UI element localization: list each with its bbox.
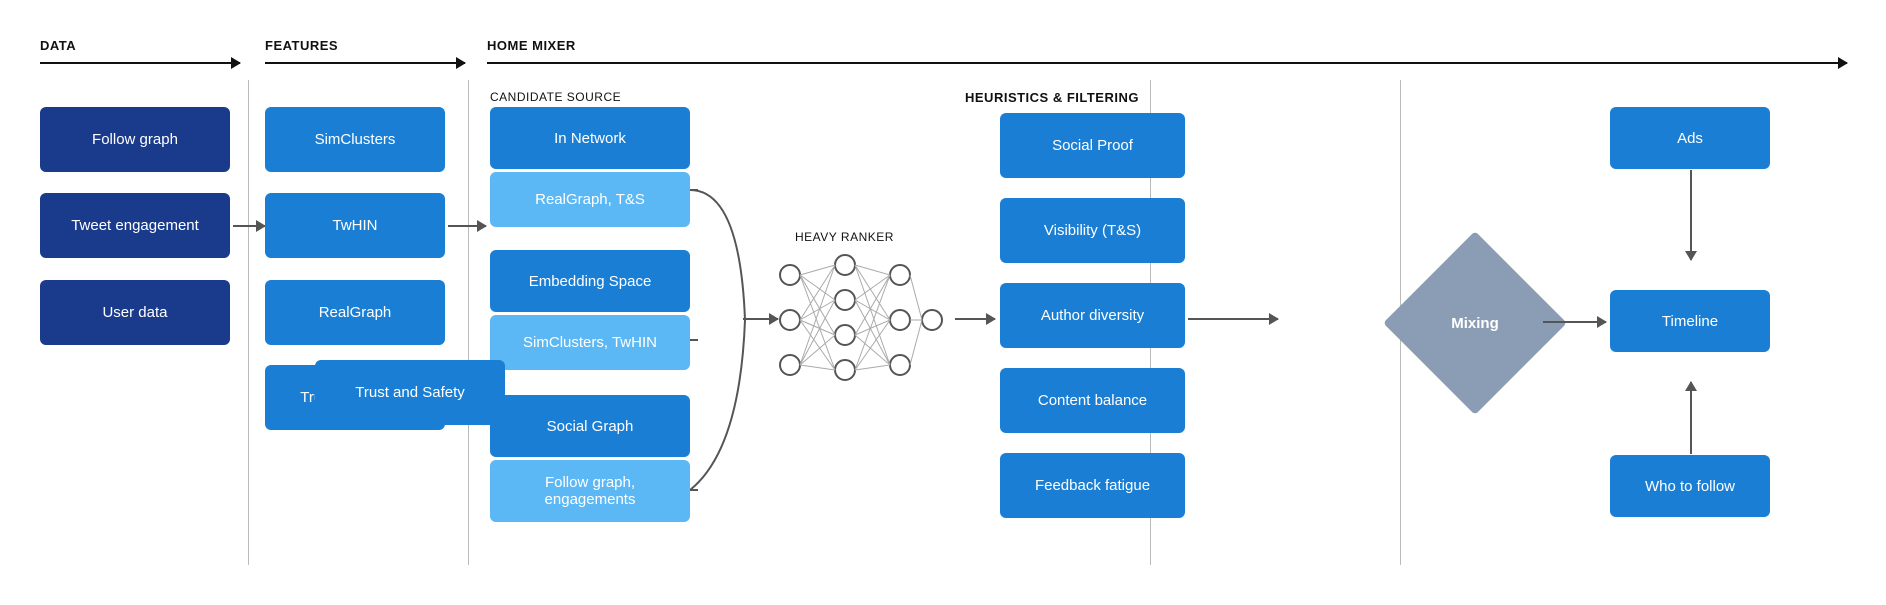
data-to-features-arrow bbox=[233, 225, 265, 227]
ads-down-arrow bbox=[1690, 170, 1692, 260]
follow-graph-box: Follow graph bbox=[40, 107, 230, 172]
data-arrow bbox=[40, 62, 240, 64]
features-to-candidate-arrow bbox=[448, 225, 486, 227]
divider-1 bbox=[248, 80, 249, 565]
visibility-ts-box: Visibility (T&S) bbox=[1000, 198, 1185, 263]
social-graph-box: Social Graph bbox=[490, 395, 690, 457]
feedback-fatigue-box: Feedback fatigue bbox=[1000, 453, 1185, 518]
heuristics-section-label: HEURISTICS & FILTERING bbox=[965, 90, 1139, 105]
heavy-ranker-label: HEAVY RANKER bbox=[795, 230, 894, 244]
mixing-diamond-container: Mixing bbox=[1410, 258, 1540, 388]
social-proof-box: Social Proof bbox=[1000, 113, 1185, 178]
bracket-svg bbox=[690, 100, 750, 540]
features-arrow bbox=[265, 62, 465, 64]
home-mixer-section-label: HOME MIXER bbox=[487, 38, 576, 53]
architecture-diagram: DATA FEATURES HOME MIXER HEURISTICS & FI… bbox=[0, 0, 1886, 605]
timeline-box: Timeline bbox=[1610, 290, 1770, 352]
in-network-box: In Network bbox=[490, 107, 690, 169]
mixing-label: Mixing bbox=[1410, 258, 1540, 388]
real-graph-box: RealGraph bbox=[265, 280, 445, 345]
tweet-engagement-box: Tweet engagement bbox=[40, 193, 230, 258]
home-mixer-arrow bbox=[487, 62, 1847, 64]
features-section-label: FEATURES bbox=[265, 38, 338, 53]
data-section-label: DATA bbox=[40, 38, 76, 53]
who-to-follow-up-arrow bbox=[1690, 382, 1692, 454]
follow-graph-engagements-box: Follow graph, engagements bbox=[490, 460, 690, 522]
divider-2 bbox=[468, 80, 469, 565]
sim-clusters-box: SimClusters bbox=[265, 107, 445, 172]
mixing-to-timeline-arrow bbox=[1543, 321, 1606, 323]
simclusters-twhin-box: SimClusters, TwHIN bbox=[490, 315, 690, 370]
ads-box: Ads bbox=[1610, 107, 1770, 169]
realgraph-ts-box: RealGraph, T&S bbox=[490, 172, 690, 227]
heuristics-to-mixing-arrow bbox=[1188, 318, 1278, 320]
candidate-source-label: CANDIDATE SOURCE bbox=[490, 90, 621, 104]
who-to-follow-box: Who to follow bbox=[1610, 455, 1770, 517]
neural-network-svg bbox=[770, 245, 945, 395]
author-diversity-box: Author diversity bbox=[1000, 283, 1185, 348]
twhin-box: TwHIN bbox=[265, 193, 445, 258]
content-balance-box: Content balance bbox=[1000, 368, 1185, 433]
user-data-box: User data bbox=[40, 280, 230, 345]
embedding-space-box: Embedding Space bbox=[490, 250, 690, 312]
nn-to-heuristics-arrow bbox=[955, 318, 995, 320]
trust-safety-feature-box: Trust and Safety bbox=[315, 360, 505, 425]
